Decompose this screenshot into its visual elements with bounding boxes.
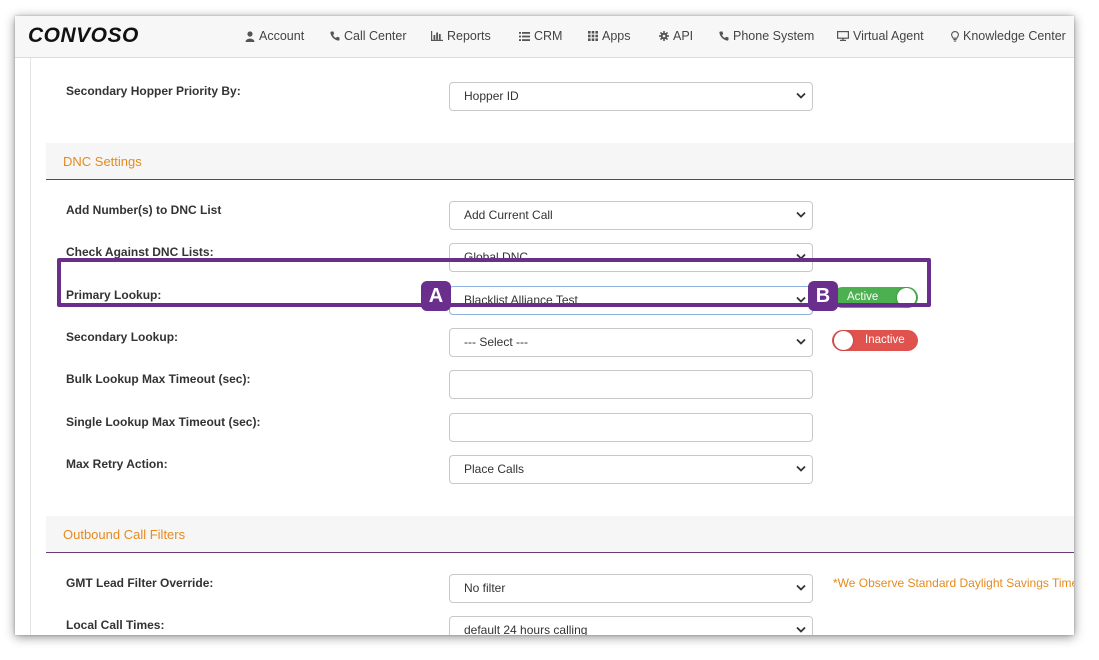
primary-lookup-highlight [57,258,931,307]
nav-apps-label: Apps [602,29,631,43]
secondary-lookup-select[interactable]: --- Select --- [449,328,813,357]
local-call-times-value: default 24 hours calling [464,623,588,635]
gmt-filter-label: GMT Lead Filter Override: [66,576,214,590]
chevron-down-icon [796,584,806,591]
gear-icon [659,31,669,41]
nav-account[interactable]: Account [245,29,304,43]
nav-apps[interactable]: Apps [588,29,631,43]
nav-reports-label: Reports [447,29,491,43]
secondary-lookup-toggle-label: Inactive [865,334,905,346]
bar-chart-icon [431,31,443,41]
bulk-timeout-input[interactable] [449,370,813,399]
local-call-times-select[interactable]: default 24 hours calling [449,616,813,635]
nav-knowledge-center-label: Knowledge Center [963,29,1066,43]
nav-call-center-label: Call Center [344,29,407,43]
nav-phone-system-label: Phone System [733,29,815,43]
phone-icon [719,31,729,41]
outbound-filters-header: Outbound Call Filters [46,516,1074,553]
nav-knowledge-center[interactable]: Knowledge Center [951,29,1066,43]
toggle-knob [834,331,853,350]
add-to-dnc-label: Add Number(s) to DNC List [66,203,222,217]
list-icon [519,31,530,41]
top-nav: CONVOSO Account Call Center Reports CRM … [15,16,1074,58]
nav-call-center[interactable]: Call Center [330,29,407,43]
settings-content: Secondary Hopper Priority By: Hopper ID … [30,58,1074,635]
monitor-icon [837,31,849,41]
single-timeout-label: Single Lookup Max Timeout (sec): [66,415,261,429]
chevron-down-icon [796,626,806,633]
gmt-filter-select[interactable]: No filter [449,574,813,603]
add-to-dnc-value: Add Current Call [464,208,553,222]
max-retry-select[interactable]: Place Calls [449,455,813,484]
nav-api[interactable]: API [659,29,693,43]
chevron-down-icon [796,465,806,472]
lightbulb-icon [951,30,959,42]
secondary-lookup-toggle[interactable]: Inactive [832,330,918,351]
add-to-dnc-select[interactable]: Add Current Call [449,201,813,230]
outbound-filters-title: Outbound Call Filters [63,527,186,542]
annotation-badge-a: A [421,281,451,311]
nav-api-label: API [673,29,694,43]
dnc-settings-header: DNC Settings [46,143,1074,180]
nav-phone-system[interactable]: Phone System [719,29,814,43]
browser-window: CONVOSO Account Call Center Reports CRM … [15,16,1074,635]
grid-icon [588,31,598,41]
convoso-logo[interactable]: CONVOSO [28,24,139,48]
hopper-priority-select[interactable]: Hopper ID [449,82,813,111]
single-timeout-input[interactable] [449,413,813,442]
nav-crm-label: CRM [534,29,563,43]
secondary-lookup-label: Secondary Lookup: [66,330,179,344]
max-retry-value: Place Calls [464,462,525,476]
max-retry-label: Max Retry Action: [66,457,168,471]
nav-crm[interactable]: CRM [519,29,562,43]
hopper-priority-label: Secondary Hopper Priority By: [66,84,241,98]
nav-account-label: Account [259,29,305,43]
dnc-settings-title: DNC Settings [63,154,142,169]
daylight-savings-note: *We Observe Standard Daylight Savings Ti… [833,576,1074,590]
nav-virtual-agent[interactable]: Virtual Agent [837,29,924,43]
nav-virtual-agent-label: Virtual Agent [853,29,924,43]
chevron-down-icon [796,338,806,345]
phone-icon [330,31,340,41]
user-icon [245,30,255,42]
chevron-down-icon [796,211,806,218]
secondary-lookup-value: --- Select --- [464,335,528,349]
local-call-times-label: Local Call Times: [66,618,165,632]
bulk-timeout-label: Bulk Lookup Max Timeout (sec): [66,372,251,386]
chevron-down-icon [796,92,806,99]
nav-reports[interactable]: Reports [431,29,491,43]
annotation-badge-b: B [808,281,838,311]
hopper-priority-value: Hopper ID [464,89,519,103]
check-dnc-label: Check Against DNC Lists: [66,245,214,259]
gmt-filter-value: No filter [464,581,506,595]
